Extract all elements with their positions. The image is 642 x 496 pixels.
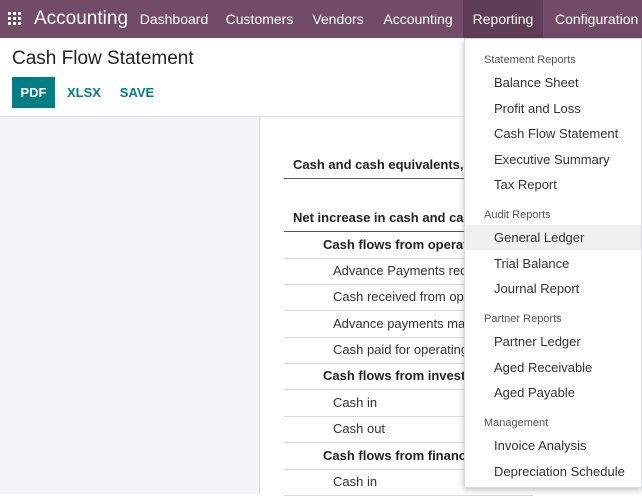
apps-grid-icon[interactable]	[8, 12, 21, 25]
save-button[interactable]: SAVE	[114, 77, 160, 108]
menu-reporting[interactable]: Reporting	[463, 0, 543, 38]
menu-customers[interactable]: Customers	[217, 0, 302, 38]
dropdown-item-profit-loss[interactable]: Profit and Loss	[465, 96, 641, 121]
reporting-dropdown-menu: Statement Reports Balance Sheet Profit a…	[464, 38, 642, 488]
dropdown-header-audit: Audit Reports	[484, 209, 551, 221]
pdf-button[interactable]: PDF	[12, 77, 55, 108]
menu-configuration[interactable]: Configuration	[543, 0, 642, 38]
dropdown-item-executive-summary[interactable]: Executive Summary	[465, 147, 641, 172]
report-row-net-increase[interactable]: Net increase in cash and cas	[284, 205, 493, 232]
dropdown-header-statement: Statement Reports	[484, 54, 576, 66]
page-title: Cash Flow Statement	[12, 48, 194, 69]
dropdown-header-management: Management	[484, 417, 549, 429]
dropdown-item-aged-receivable[interactable]: Aged Receivable	[465, 355, 641, 380]
dropdown-item-partner-ledger[interactable]: Partner Ledger	[465, 329, 641, 354]
dropdown-item-aged-payable[interactable]: Aged Payable	[465, 380, 641, 405]
menu-accounting[interactable]: Accounting	[374, 0, 462, 38]
app-brand[interactable]: Accounting	[34, 8, 128, 30]
menu-dashboard[interactable]: Dashboard	[131, 0, 217, 38]
dropdown-item-cash-flow[interactable]: Cash Flow Statement	[465, 121, 641, 146]
dropdown-item-journal-report[interactable]: Journal Report	[465, 276, 641, 301]
report-sheet-edge	[259, 117, 260, 494]
dropdown-item-trial-balance[interactable]: Trial Balance	[465, 251, 641, 276]
report-background	[0, 117, 259, 494]
dropdown-item-depreciation-schedule[interactable]: Depreciation Schedule	[465, 459, 641, 484]
dropdown-item-balance-sheet[interactable]: Balance Sheet	[465, 70, 641, 95]
dropdown-header-partner: Partner Reports	[484, 313, 562, 325]
top-navbar: Accounting Dashboard Customers Vendors A…	[0, 0, 642, 38]
dropdown-item-general-ledger[interactable]: General Ledger	[465, 225, 641, 250]
dropdown-item-tax-report[interactable]: Tax Report	[465, 172, 641, 197]
xlsx-button[interactable]: XLSX	[62, 77, 106, 108]
dropdown-item-invoice-analysis[interactable]: Invoice Analysis	[465, 433, 641, 458]
menu-vendors[interactable]: Vendors	[302, 0, 374, 38]
report-row-cash-equivalents[interactable]: Cash and cash equivalents, b	[284, 152, 493, 179]
